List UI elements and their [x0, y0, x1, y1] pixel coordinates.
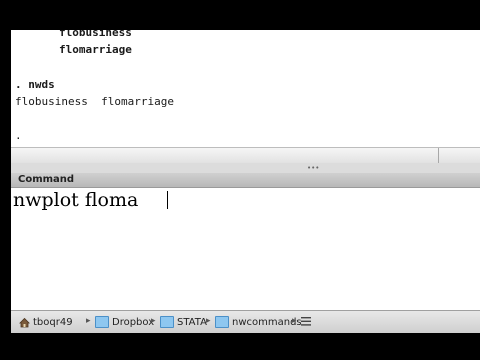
path-item-label: Dropbox — [112, 316, 155, 328]
results-horizontal-scrollbar[interactable] — [11, 147, 480, 163]
results-window[interactable]: flobusiness flomarriage . nwds flobusine… — [11, 30, 480, 147]
scrollbar-corner — [439, 148, 480, 163]
result-line: flobusiness — [59, 30, 132, 39]
chevron-right-icon: ▸ — [206, 316, 211, 326]
result-line: . — [15, 129, 22, 142]
command-pane-header: Command — [11, 173, 480, 188]
chevron-right-icon: ▸ — [292, 316, 297, 326]
command-pane-title: Command — [18, 174, 75, 185]
home-icon — [19, 317, 30, 327]
splitter-grip-icon[interactable]: ••• — [307, 164, 319, 172]
text-caret — [167, 191, 168, 209]
path-bar: tboqr49 ▸ Dropbox ▸ STATA ▸ nwcommands ▸ — [11, 310, 480, 333]
path-item-home[interactable]: tboqr49 — [19, 315, 73, 329]
command-pane[interactable] — [11, 188, 480, 310]
folder-icon — [95, 316, 109, 328]
pane-splitter[interactable]: ••• — [11, 163, 480, 173]
chevron-right-icon: ▸ — [151, 316, 156, 326]
folder-icon — [215, 316, 229, 328]
path-item-label: tboqr49 — [33, 316, 73, 328]
menu-icon[interactable] — [301, 317, 311, 326]
path-item-folder[interactable]: nwcommands — [215, 315, 302, 329]
folder-icon — [160, 316, 174, 328]
scrollbar-track[interactable] — [11, 148, 439, 163]
result-line: flomarriage — [59, 43, 132, 56]
path-item-folder[interactable]: STATA — [160, 315, 207, 329]
chevron-right-icon: ▸ — [86, 316, 91, 326]
command-input[interactable] — [13, 188, 473, 212]
result-line: flobusiness flomarriage — [15, 95, 174, 108]
path-item-label: STATA — [177, 316, 207, 328]
path-item-folder[interactable]: Dropbox — [95, 315, 154, 329]
result-line: . nwds — [15, 78, 55, 91]
